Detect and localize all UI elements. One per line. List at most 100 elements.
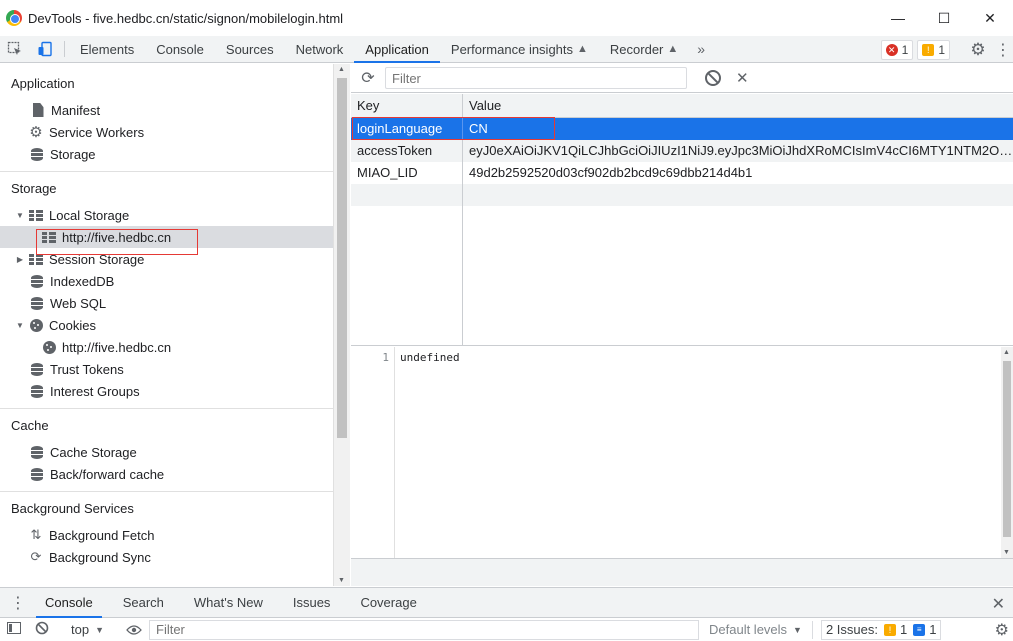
table-header: Key Value [351, 94, 1013, 118]
scroll-down-arrow-icon[interactable]: ▼ [1003, 549, 1010, 556]
sidebar-item-label: Trust Tokens [50, 361, 124, 377]
section-divider [0, 408, 333, 409]
sidebar-item-trust-tokens[interactable]: Trust Tokens [0, 358, 333, 380]
settings-gear-icon[interactable]: ⚙ [963, 40, 993, 60]
tab-network[interactable]: Network [285, 36, 355, 62]
sidebar-item-label: Service Workers [49, 124, 145, 140]
scroll-down-arrow-icon[interactable]: ▼ [338, 577, 345, 584]
expand-triangle-right-icon[interactable]: ▶ [15, 255, 25, 264]
sidebar-item-cookies[interactable]: ▼ Cookies [0, 314, 333, 336]
storage-grid-icon [29, 208, 43, 222]
device-toggle-icon[interactable] [30, 36, 60, 62]
log-levels-dropdown[interactable]: Default levels ▼ [709, 620, 813, 639]
clear-all-icon[interactable] [705, 70, 721, 86]
column-header-value[interactable]: Value [463, 94, 1013, 117]
maximize-button[interactable]: ☐ [921, 0, 967, 36]
sidebar-item-background-fetch[interactable]: ⇅ Background Fetch [0, 524, 333, 546]
scroll-up-arrow-icon[interactable]: ▲ [338, 66, 345, 73]
tab-application[interactable]: Application [354, 36, 440, 63]
storage-grid-icon [29, 252, 43, 266]
sidebar-item-label: Web SQL [50, 295, 107, 311]
tab-recorder-label: Recorder [609, 41, 664, 57]
sidebar-item-label: Back/forward cache [50, 466, 165, 482]
console-filter-input[interactable] [149, 619, 699, 640]
sidebar-item-background-sync[interactable]: ⟳ Background Sync [0, 546, 333, 568]
sidebar-item-session-storage[interactable]: ▶ Session Storage [0, 248, 333, 270]
console-settings-gear-icon[interactable]: ⚙ [995, 620, 1009, 640]
preview-value: undefined [400, 351, 460, 364]
storage-filter-input[interactable] [385, 67, 687, 89]
column-header-key[interactable]: Key [351, 94, 463, 117]
more-options-kebab-icon[interactable]: ⋮ [993, 40, 1013, 60]
tab-performance-insights[interactable]: Performance insights ▲ [440, 36, 599, 62]
drawer-tab-whats-new[interactable]: What's New [185, 588, 272, 617]
sidebar-item-cookies-origin[interactable]: http://five.hedbc.cn [0, 336, 333, 358]
warning-icon: ! [884, 623, 896, 636]
error-count-badge[interactable]: ✕ 1 [880, 39, 914, 60]
drawer-tab-issues[interactable]: Issues [284, 588, 340, 617]
sidebar-item-back-forward-cache[interactable]: Back/forward cache [0, 463, 333, 485]
minimize-button[interactable]: — [875, 0, 921, 36]
delete-selected-icon[interactable]: ✕ [736, 69, 749, 87]
issues-counter[interactable]: 2 Issues: ! 1 ≡ 1 [820, 619, 942, 640]
window-titlebar: DevTools - five.hedbc.cn/static/signon/m… [0, 0, 1013, 36]
line-number-gutter: 1 [351, 347, 395, 558]
scrollbar-thumb[interactable] [337, 78, 347, 438]
section-divider [0, 171, 333, 172]
main-pane-footer [351, 558, 1013, 586]
tab-elements[interactable]: Elements [69, 36, 145, 62]
chrome-logo-icon [6, 10, 22, 26]
window-title: DevTools - five.hedbc.cn/static/signon/m… [28, 10, 344, 26]
section-background-services-header: Background Services [11, 501, 134, 516]
sidebar-scrollbar[interactable]: ▲ ▼ [333, 64, 350, 586]
close-drawer-icon[interactable]: ✕ [992, 594, 1005, 614]
tab-console[interactable]: Console [145, 36, 215, 62]
close-window-button[interactable]: ✕ [967, 0, 1013, 36]
sidebar-item-cache-storage[interactable]: Cache Storage [0, 441, 333, 463]
expand-triangle-down-icon[interactable]: ▼ [15, 321, 25, 330]
sidebar-item-service-workers[interactable]: ⚙ Service Workers [0, 121, 333, 143]
warning-count-badge[interactable]: ! 1 [917, 39, 950, 60]
sidebar-item-storage[interactable]: Storage [0, 143, 333, 165]
table-row[interactable]: accessToken eyJ0eXAiOiJKV1QiLCJhbGciOiJI… [351, 140, 1013, 162]
sidebar-item-indexeddb[interactable]: IndexedDB [0, 270, 333, 292]
sidebar-item-websql[interactable]: Web SQL [0, 292, 333, 314]
clear-console-icon[interactable] [28, 621, 56, 638]
drawer-tab-coverage[interactable]: Coverage [351, 588, 425, 617]
table-row[interactable]: loginLanguage CN [351, 118, 1013, 140]
row-value-empty [463, 184, 1013, 206]
tab-sources[interactable]: Sources [215, 36, 285, 62]
database-icon [30, 147, 44, 161]
expand-triangle-down-icon[interactable]: ▼ [15, 211, 25, 220]
drawer-menu-kebab-icon[interactable]: ⋮ [0, 588, 36, 617]
toolbar-right: ✕ 1 ! 1 ⚙ ⋮ [880, 36, 1013, 63]
sidebar-item-label: Local Storage [49, 207, 130, 223]
drawer-tab-console[interactable]: Console [36, 588, 102, 618]
warning-icon: ! [922, 43, 935, 56]
scrollbar-thumb[interactable] [1003, 361, 1011, 537]
cookie-icon [29, 318, 43, 332]
info-message-icon: ≡ [913, 623, 926, 636]
drawer-tab-search[interactable]: Search [114, 588, 173, 617]
sidebar-item-label: Manifest [51, 102, 101, 118]
preview-scrollbar[interactable]: ▲ ▼ [1001, 347, 1013, 558]
inspect-element-icon[interactable] [0, 36, 30, 62]
sidebar-item-interest-groups[interactable]: Interest Groups [0, 380, 333, 402]
cookie-icon [42, 340, 56, 354]
file-icon [31, 103, 45, 117]
refresh-icon[interactable]: ⟳ [351, 68, 385, 88]
devtools-toolbar: Elements Console Sources Network Applica… [0, 36, 1013, 63]
table-row[interactable]: MIAO_LID 49d2b2592520d03cf902db2bcd9c69d… [351, 162, 1013, 184]
context-selector[interactable]: top ▼ [65, 622, 110, 637]
sidebar-item-local-storage-origin[interactable]: http://five.hedbc.cn [0, 226, 333, 248]
experiment-flask-icon: ▲ [667, 43, 679, 55]
sidebar-item-label: IndexedDB [50, 273, 115, 289]
more-tabs-button[interactable]: » [689, 36, 713, 62]
sidebar-item-manifest[interactable]: Manifest [0, 99, 333, 121]
tab-recorder[interactable]: Recorder ▲ [599, 36, 689, 62]
scroll-up-arrow-icon[interactable]: ▲ [1003, 349, 1010, 356]
sidebar-item-local-storage[interactable]: ▼ Local Storage [0, 204, 333, 226]
section-storage-header: Storage [11, 181, 57, 196]
sidebar-toggle-icon[interactable] [0, 622, 28, 637]
live-expression-eye-icon[interactable] [119, 622, 149, 638]
